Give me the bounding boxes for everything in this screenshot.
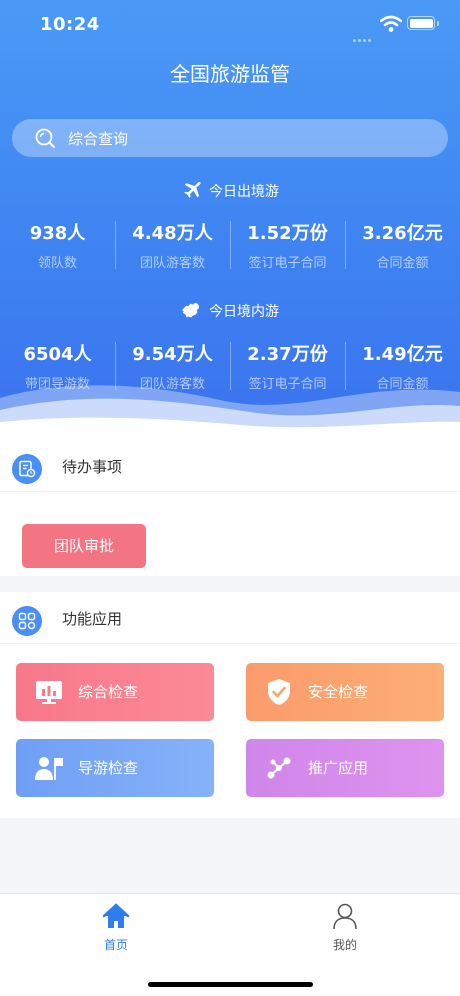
- airplane-icon: [184, 181, 201, 198]
- comprehensive-check-button[interactable]: 综合检查: [16, 663, 214, 721]
- domestic-section-title: 今日境内游: [0, 300, 460, 322]
- promotion-app-button[interactable]: 推广应用: [246, 739, 444, 797]
- domestic-stats: 6504人 带团导游数 9.54万人 团队游客数 2.37万份 签订电子合同 1…: [0, 340, 460, 396]
- chart-monitor-icon: [36, 681, 62, 704]
- functions-card-title: 功能应用: [62, 610, 123, 628]
- todo-list-icon: [12, 454, 42, 484]
- guide-check-button[interactable]: 导游检查: [16, 739, 214, 797]
- stat-domestic-tourists[interactable]: 9.54万人 团队游客数: [115, 340, 230, 396]
- tab-bar: 首页 我的: [0, 893, 460, 996]
- search-icon: [35, 128, 55, 148]
- functions-card-header: 功能应用: [0, 592, 460, 644]
- todo-card-header: 待办事项: [0, 440, 460, 492]
- stat-outbound-tourists[interactable]: 4.48万人 团队游客数: [115, 219, 230, 275]
- apps-grid-icon: [12, 606, 42, 636]
- todo-card-title: 待办事项: [62, 458, 123, 476]
- stat-domestic-contracts[interactable]: 2.37万份 签订电子合同: [230, 340, 345, 396]
- home-indicator: [148, 982, 313, 987]
- china-map-icon: [181, 302, 200, 318]
- cellular-signal-icon: [353, 27, 373, 42]
- status-time: 10:24: [40, 14, 100, 35]
- tab-mine-label: 我的: [332, 938, 357, 952]
- todo-card: 待办事项 团队审批: [0, 440, 460, 576]
- status-bar: 10:24: [0, 0, 460, 50]
- tab-home-label: 首页: [103, 938, 128, 952]
- search-input[interactable]: 综合查询: [68, 128, 128, 149]
- page-title: 全国旅游监管: [170, 62, 290, 86]
- functions-card: 功能应用 综合检查 安全检查 导游检查 推广应用: [0, 592, 460, 818]
- home-icon: [102, 903, 130, 928]
- stat-domestic-guides[interactable]: 6504人 带团导游数: [0, 340, 115, 396]
- outbound-section-title: 今日出境游: [0, 180, 460, 202]
- wifi-icon: [380, 15, 402, 32]
- battery-icon: [407, 16, 439, 30]
- search-bar[interactable]: 综合查询: [12, 119, 448, 157]
- safety-check-button[interactable]: 安全检查: [246, 663, 444, 721]
- team-approval-button[interactable]: 团队审批: [22, 524, 146, 568]
- tab-home[interactable]: 首页: [76, 902, 156, 953]
- shield-check-icon: [268, 679, 290, 705]
- stat-outbound-contracts[interactable]: 1.52万份 签订电子合同: [230, 219, 345, 275]
- user-icon: [333, 903, 357, 930]
- stat-outbound-amount[interactable]: 3.26亿元 合同金额: [345, 219, 460, 275]
- outbound-stats: 938人 领队数 4.48万人 团队游客数 1.52万份 签订电子合同 3.26…: [0, 219, 460, 275]
- share-nodes-icon: [267, 757, 291, 779]
- stat-domestic-amount[interactable]: 1.49亿元 合同金额: [345, 340, 460, 396]
- guide-flag-icon: [35, 757, 63, 780]
- stat-outbound-leaders[interactable]: 938人 领队数: [0, 219, 115, 275]
- tab-mine[interactable]: 我的: [305, 902, 385, 953]
